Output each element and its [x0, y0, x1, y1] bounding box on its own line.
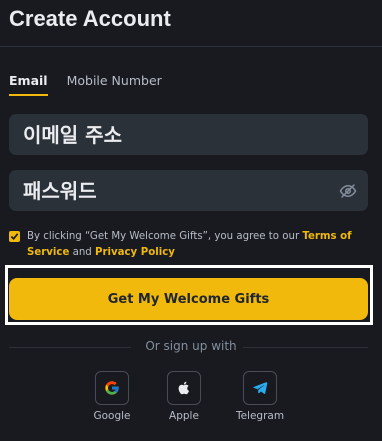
telegram-signup-button[interactable]: Telegram	[225, 371, 295, 422]
telegram-icon	[253, 382, 268, 394]
google-label: Google	[93, 410, 131, 422]
eye-off-icon[interactable]	[339, 182, 357, 200]
checkmark-icon	[10, 233, 19, 240]
signup-method-tabs: Email Mobile Number	[9, 73, 162, 96]
password-input[interactable]	[21, 177, 356, 204]
telegram-label: Telegram	[235, 410, 285, 422]
terms-checkbox[interactable]	[9, 231, 20, 242]
tab-email[interactable]: Email	[9, 73, 48, 96]
google-icon	[105, 381, 119, 395]
apple-signup-button[interactable]: Apple	[149, 371, 219, 422]
telegram-icon-box	[243, 371, 277, 405]
consent-and-text: and	[69, 246, 96, 258]
header-divider	[0, 46, 382, 47]
email-field-container	[9, 114, 368, 155]
google-icon-box	[95, 371, 129, 405]
divider-right	[243, 347, 368, 348]
privacy-policy-link[interactable]: Privacy Policy	[95, 247, 175, 258]
email-input[interactable]	[21, 121, 356, 148]
apple-icon	[178, 381, 189, 395]
page-title: Create Account	[9, 6, 171, 31]
tab-mobile-number[interactable]: Mobile Number	[67, 73, 162, 96]
apple-label: Apple	[169, 410, 199, 422]
google-signup-button[interactable]: Google	[77, 371, 147, 422]
get-welcome-gifts-button[interactable]: Get My Welcome Gifts	[9, 278, 368, 320]
or-sign-up-text: Or sign up with	[145, 339, 237, 353]
apple-icon-box	[167, 371, 201, 405]
consent-text: By clicking “Get My Welcome Gifts”, you …	[27, 231, 303, 242]
terms-consent-text: By clicking “Get My Welcome Gifts”, you …	[27, 229, 372, 260]
password-field-container	[9, 170, 368, 211]
